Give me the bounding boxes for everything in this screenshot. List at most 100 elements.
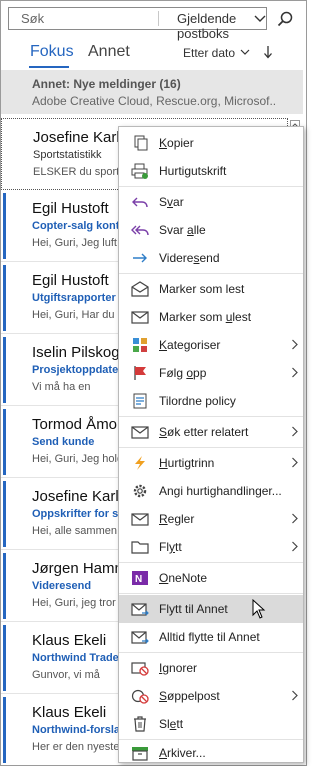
- menu-item-ignore[interactable]: Ignorer: [119, 654, 303, 682]
- unread-indicator: [3, 265, 6, 331]
- search-icon: [277, 11, 292, 26]
- email-subject: Sportstatistikk: [33, 149, 102, 161]
- email-preview: Her er den nyeste: [32, 741, 120, 753]
- email-subject: Northwind-forsla: [32, 724, 120, 736]
- search-scope-divider: [158, 11, 159, 26]
- email-subject: Oppskrifter for s: [32, 508, 119, 520]
- unread-indicator: [3, 481, 6, 547]
- menu-item-copy[interactable]: Kopier: [119, 129, 303, 157]
- envelope-open-icon: [131, 281, 149, 297]
- ignore-icon: [131, 662, 149, 676]
- menu-item-mark-read[interactable]: Marker som lest: [119, 275, 303, 303]
- menu-item-assign-policy[interactable]: Tilordne policy: [119, 387, 303, 415]
- email-preview: Hei, Guri, Jeg hold: [32, 453, 124, 465]
- menu-item-reply-all[interactable]: Svar alle: [119, 216, 303, 244]
- menu-item-mark-unread[interactable]: Marker som ulest: [119, 303, 303, 331]
- chevron-down-icon[interactable]: [240, 48, 250, 56]
- onenote-icon: N: [132, 571, 148, 585]
- email-sender: Egil Hustoft: [32, 200, 109, 217]
- email-preview: Vi må ha en: [32, 381, 91, 393]
- sort-direction-button[interactable]: [263, 45, 273, 62]
- email-preview: Hei, Guri, Har du: [32, 309, 115, 321]
- email-subject: Send kunde: [32, 436, 95, 448]
- category-icon: [133, 338, 147, 352]
- unread-indicator: [3, 697, 6, 763]
- always-move-icon: [131, 631, 149, 644]
- email-subject: Utgiftsrapporter: [32, 292, 116, 304]
- email-sender: Josefine Karls: [32, 488, 127, 505]
- envelope-icon: [131, 311, 149, 324]
- email-preview: Hei, Guri, jeg tror: [32, 597, 116, 609]
- unread-indicator: [3, 553, 6, 619]
- svg-text:N: N: [135, 574, 142, 585]
- unread-indicator: [3, 193, 6, 259]
- menu-item-archive[interactable]: Arkiver...: [119, 739, 303, 766]
- email-preview: ELSKER du sport?: [33, 166, 126, 178]
- copy-icon: [134, 135, 148, 151]
- other-inbox-banner[interactable]: Annet: Nye meldinger (16) Adobe Creative…: [1, 70, 303, 114]
- banner-subtitle: Adobe Creative Cloud, Rescue.org, Micros…: [32, 94, 276, 108]
- policy-icon: [133, 393, 147, 409]
- gear-icon: [133, 484, 147, 498]
- email-preview: Hei, Guri, Jeg luft: [32, 237, 117, 249]
- menu-item-quick-steps[interactable]: Hurtigtrinn: [119, 449, 303, 477]
- chevron-right-icon: [292, 541, 298, 552]
- menu-item-move-to-other[interactable]: Flytt til Annet: [119, 595, 303, 623]
- reply-all-icon: [131, 225, 149, 236]
- tab-focused[interactable]: Fokus: [30, 43, 74, 61]
- chevron-down-icon[interactable]: [253, 10, 267, 26]
- move-folder-icon: [131, 541, 149, 554]
- email-sender: Iselin Pilskog: [32, 344, 120, 361]
- unread-indicator: [3, 337, 6, 403]
- menu-item-move[interactable]: Flytt: [119, 533, 303, 561]
- lightning-icon: [135, 456, 145, 470]
- unread-indicator: [3, 625, 6, 691]
- email-subject: Prosjektoppdater: [32, 364, 123, 376]
- reply-icon: [132, 197, 148, 208]
- email-sender: Klaus Ekeli: [32, 704, 107, 721]
- menu-item-delete[interactable]: Slett: [119, 710, 303, 738]
- email-subject: Videresend: [32, 580, 92, 592]
- email-sender: Josefine Karls: [33, 129, 128, 146]
- menu-item-categorize[interactable]: Kategoriser: [119, 331, 303, 359]
- forward-icon: [133, 253, 147, 263]
- chevron-right-icon: [292, 690, 298, 701]
- trash-icon: [134, 716, 146, 732]
- tab-other[interactable]: Annet: [88, 43, 130, 61]
- search-box[interactable]: Søk Gjeldende postboks: [8, 7, 267, 41]
- menu-item-set-quick-actions[interactable]: Angi hurtighandlinger...: [119, 477, 303, 505]
- envelope-icon: [131, 426, 149, 439]
- search-button[interactable]: [270, 7, 299, 30]
- context-menu: Kopier Hurtigutskrift Svar Svar alle Vid…: [118, 126, 304, 763]
- email-sender: Jørgen Hamm: [32, 560, 128, 577]
- menu-item-onenote[interactable]: N OneNote: [119, 564, 303, 592]
- chevron-right-icon: [292, 339, 298, 350]
- menu-item-reply[interactable]: Svar: [119, 188, 303, 216]
- chevron-right-icon: [292, 426, 298, 437]
- menu-item-junk[interactable]: Søppelpost: [119, 682, 303, 710]
- search-placeholder: Søk: [21, 11, 45, 26]
- move-to-other-icon: [131, 603, 149, 616]
- rules-icon: [131, 513, 149, 526]
- email-subject: Northwind Trade: [32, 652, 119, 664]
- menu-item-rules[interactable]: Regler: [119, 505, 303, 533]
- menu-item-quick-print[interactable]: Hurtigutskrift: [119, 157, 303, 185]
- arrow-down-icon: [264, 46, 272, 59]
- chevron-right-icon: [292, 367, 298, 378]
- menu-item-forward[interactable]: Videresend: [119, 244, 303, 272]
- banner-title: Annet: Nye meldinger (16): [32, 77, 181, 91]
- chevron-right-icon: [292, 457, 298, 468]
- menu-item-always-move-to-other[interactable]: Alltid flytte til Annet: [119, 623, 303, 651]
- printer-icon: [131, 163, 148, 179]
- menu-item-find-related[interactable]: Søk etter relatert: [119, 418, 303, 446]
- archive-icon: [132, 747, 148, 761]
- email-sender: Klaus Ekeli: [32, 632, 107, 649]
- email-preview: Gunvor, vi må: [32, 669, 100, 681]
- menu-item-follow-up[interactable]: Følg opp: [119, 359, 303, 387]
- unread-indicator: [3, 409, 6, 475]
- chevron-right-icon: [292, 513, 298, 524]
- email-preview: Hei, alle sammen,: [32, 525, 121, 537]
- sort-dropdown[interactable]: Etter dato: [183, 46, 235, 60]
- flag-icon: [134, 366, 146, 380]
- email-subject: Copter-salg kont: [32, 220, 120, 232]
